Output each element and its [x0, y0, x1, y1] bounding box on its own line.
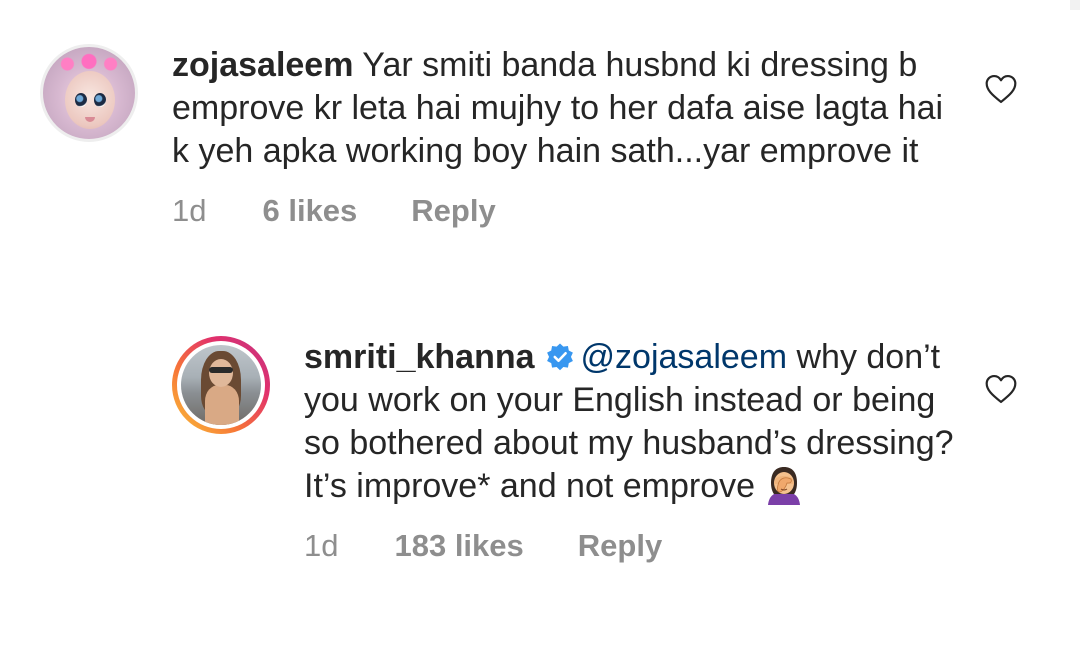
comment-meta: 1d 6 likes Reply: [172, 193, 960, 229]
verified-badge-icon: [546, 343, 573, 371]
comment-zojasaleem: zojasaleem Yar smiti banda husbnd ki dre…: [40, 44, 1040, 229]
person-facepalming-emoji: [768, 467, 801, 505]
corner-shade: [1070, 0, 1080, 10]
avatar-body: [205, 385, 239, 425]
reply-button[interactable]: Reply: [411, 193, 495, 229]
avatar-zojasaleem[interactable]: [40, 44, 138, 142]
reply-body: smriti_khanna @zojasaleem why don’t you …: [304, 336, 960, 508]
comment-timestamp: 1d: [172, 193, 207, 228]
reply-mention-link[interactable]: @zojasaleem: [581, 338, 788, 376]
comment-likes-count[interactable]: 6 likes: [262, 193, 357, 229]
reply-button[interactable]: Reply: [578, 528, 662, 564]
heart-outline-icon[interactable]: [984, 374, 1018, 404]
reply-meta: 1d 183 likes Reply: [304, 528, 960, 564]
avatar-ring-inner: [177, 341, 265, 429]
avatar-eye-left: [75, 93, 87, 107]
avatar-eye-right: [94, 93, 106, 107]
reply-username[interactable]: smriti_khanna: [304, 338, 535, 376]
reply-likes-count[interactable]: 183 likes: [394, 528, 523, 564]
avatar-smriti-khanna[interactable]: [172, 336, 270, 434]
heart-outline-icon[interactable]: [984, 74, 1018, 104]
avatar-face: [209, 359, 233, 387]
reply-timestamp: 1d: [304, 528, 339, 563]
comment-smriti-khanna: smriti_khanna @zojasaleem why don’t you …: [172, 336, 1040, 564]
comment-username[interactable]: zojasaleem: [172, 46, 353, 84]
comment-content: zojasaleem Yar smiti banda husbnd ki dre…: [172, 44, 1040, 229]
reply-content: smriti_khanna @zojasaleem why don’t you …: [304, 336, 1040, 564]
avatar-photo: [181, 345, 261, 425]
comment-body: zojasaleem Yar smiti banda husbnd ki dre…: [172, 44, 960, 173]
avatar-sunglasses: [209, 367, 233, 373]
